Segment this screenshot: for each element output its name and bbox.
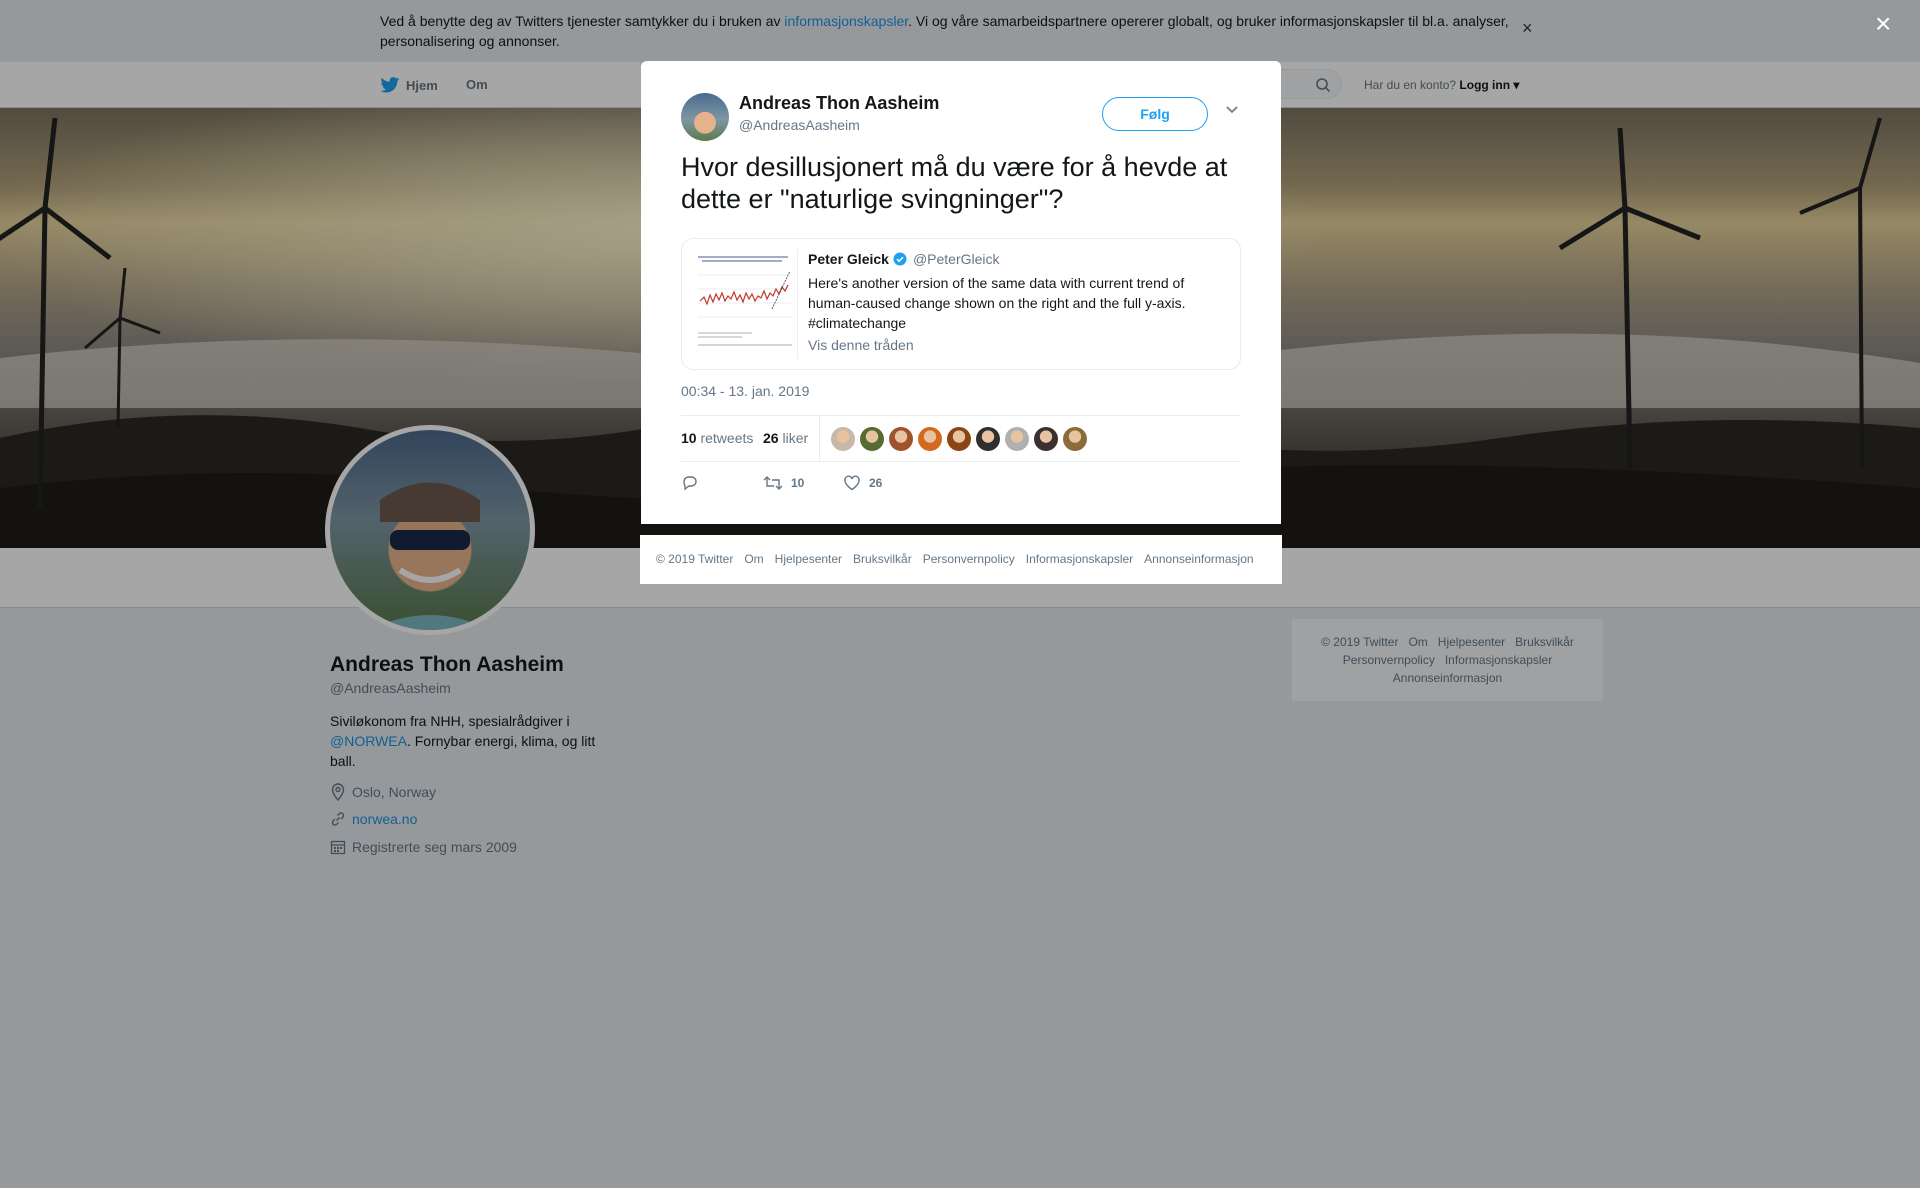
liker-avatar[interactable] — [947, 427, 971, 451]
liker-avatar[interactable] — [1063, 427, 1087, 451]
modal-footer-cookies[interactable]: Informasjonskapsler — [1026, 552, 1133, 566]
tweet-text: Hvor desillusjonert må du være for å hev… — [681, 152, 1228, 214]
likes-count: 26 — [763, 430, 779, 446]
retweets-label: retweets — [700, 430, 754, 446]
retweet-button[interactable]: 10 — [763, 475, 804, 491]
retweet-icon — [763, 476, 783, 490]
show-thread-link[interactable]: Vis denne tråden — [808, 337, 914, 353]
tweet-author-name[interactable]: Andreas Thon Aasheim — [739, 93, 939, 114]
liker-avatar[interactable] — [860, 427, 884, 451]
retweets-stat[interactable]: 10 retweets — [681, 430, 753, 446]
follow-button[interactable]: Følg — [1102, 97, 1208, 131]
modal-footer-privacy[interactable]: Personvernpolicy — [923, 552, 1015, 566]
liker-avatar[interactable] — [831, 427, 855, 451]
likes-label: liker — [782, 430, 809, 446]
reply-icon — [683, 476, 697, 491]
quoted-author[interactable]: Peter Gleick @PeterGleick — [808, 251, 1000, 267]
tweet-actions: 10 26 — [681, 471, 1241, 497]
heart-icon — [844, 475, 860, 491]
likes-stat[interactable]: 26 liker — [763, 430, 808, 446]
quoted-author-handle: @PeterGleick — [912, 251, 1000, 267]
tweet-stats: 10 retweets 26 liker — [681, 415, 1241, 462]
tweet-modal: Andreas Thon Aasheim @AndreasAasheim Føl… — [641, 61, 1281, 524]
quoted-tweet-text: Here's another version of the same data … — [808, 275, 1186, 331]
modal-footer-copyright: © 2019 Twitter — [656, 552, 734, 566]
verified-badge-icon — [893, 252, 907, 266]
stats-divider — [819, 416, 820, 462]
tweet-author-avatar[interactable] — [681, 93, 729, 141]
retweet-count: 10 — [791, 476, 805, 490]
modal-footer-help[interactable]: Hjelpesenter — [775, 552, 842, 566]
retweets-count: 10 — [681, 430, 697, 446]
liker-avatar[interactable] — [889, 427, 913, 451]
likers-avatars — [831, 427, 1087, 451]
modal-footer: © 2019 Twitter Om Hjelpesenter Bruksvilkår P… — [640, 535, 1282, 584]
liker-avatar[interactable] — [1034, 427, 1058, 451]
tweet-author-handle[interactable]: @AndreasAasheim — [739, 117, 860, 133]
close-icon[interactable]: × — [1875, 10, 1891, 38]
quoted-tweet-chart-thumbnail[interactable] — [692, 249, 798, 359]
chevron-down-icon[interactable] — [1225, 105, 1239, 115]
like-button[interactable]: 26 — [843, 475, 882, 491]
tweet-timestamp[interactable]: 00:34 - 13. jan. 2019 — [681, 383, 809, 399]
like-count: 26 — [869, 476, 883, 490]
reply-button[interactable] — [681, 475, 699, 491]
climate-chart-thumbnail — [692, 249, 797, 359]
quoted-author-name: Peter Gleick — [808, 251, 889, 267]
liker-avatar[interactable] — [918, 427, 942, 451]
modal-footer-ads[interactable]: Annonseinformasjon — [1144, 552, 1253, 566]
modal-footer-about[interactable]: Om — [744, 552, 763, 566]
liker-avatar[interactable] — [976, 427, 1000, 451]
modal-footer-terms[interactable]: Bruksvilkår — [853, 552, 912, 566]
quoted-tweet[interactable]: Peter Gleick @PeterGleick Here's another… — [681, 238, 1241, 370]
liker-avatar[interactable] — [1005, 427, 1029, 451]
